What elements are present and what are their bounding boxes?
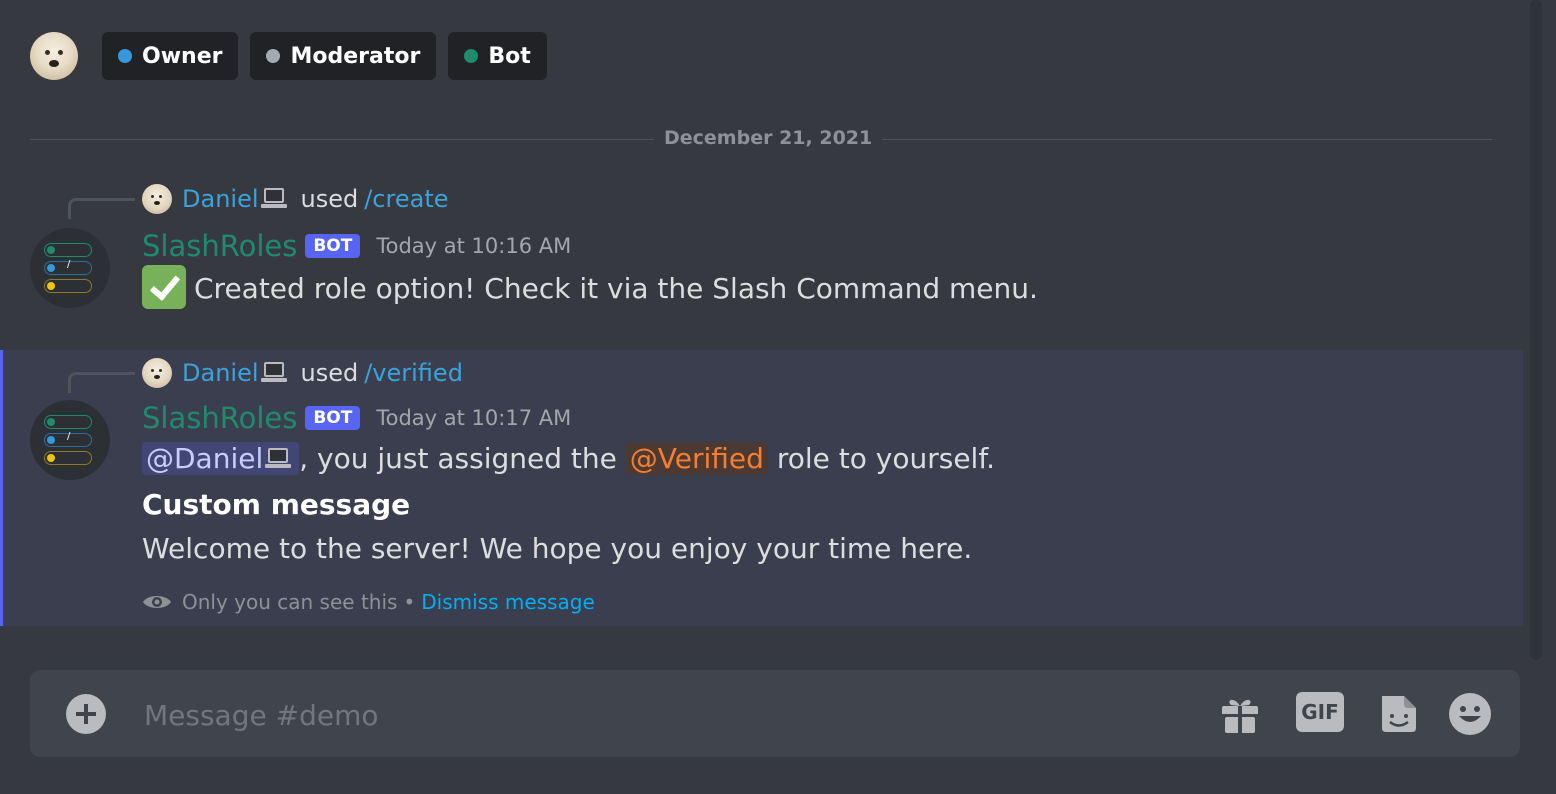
reply-username[interactable]: Daniel — [182, 359, 259, 387]
user-mention[interactable]: @Daniel — [142, 442, 300, 475]
message-timestamp[interactable]: Today at 10:16 AM — [376, 234, 571, 258]
reply-reference[interactable]: Daniel used /verified — [142, 356, 463, 390]
message-header: SlashRoles BOT Today at 10:16 AM — [142, 226, 571, 266]
role-color-dot — [118, 49, 132, 63]
role-label: Bot — [488, 43, 531, 69]
sticker-icon[interactable] — [1376, 692, 1420, 736]
role-label: Moderator — [290, 43, 421, 69]
date-divider-label: December 21, 2021 — [654, 127, 883, 149]
message-header: SlashRoles BOT Today at 10:17 AM — [142, 398, 571, 438]
scrollbar[interactable] — [1530, 0, 1542, 660]
reply-verb: used — [300, 185, 359, 213]
user-avatar[interactable] — [30, 32, 78, 80]
note-separator: • — [403, 590, 416, 614]
role-color-dot — [464, 49, 479, 63]
gift-icon[interactable] — [1218, 692, 1262, 736]
ephemeral-message[interactable]: Daniel used /verified / SlashRoles BOT T… — [0, 350, 1523, 626]
reply-username[interactable]: Daniel — [182, 185, 259, 213]
laptop-icon — [260, 362, 287, 384]
message[interactable]: Daniel used /create / SlashRoles BOT Tod… — [0, 176, 1520, 326]
reply-spine — [68, 198, 135, 219]
laptop-icon — [260, 188, 287, 210]
role-mention[interactable]: @Verified — [625, 442, 768, 475]
emoji-icon[interactable] — [1448, 692, 1492, 736]
reply-command[interactable]: /create — [364, 185, 448, 213]
message-timestamp[interactable]: Today at 10:17 AM — [376, 406, 571, 430]
message-content: Created role option! Check it via the Sl… — [142, 265, 1038, 312]
bot-badge: BOT — [305, 406, 361, 430]
author-name[interactable]: SlashRoles — [142, 401, 297, 435]
bot-avatar[interactable]: / — [30, 228, 110, 308]
check-mark-icon — [142, 265, 186, 309]
reply-command[interactable]: /verified — [364, 359, 463, 387]
author-name[interactable]: SlashRoles — [142, 229, 297, 263]
reply-avatar — [142, 184, 172, 214]
laptop-icon — [265, 447, 292, 470]
ephemeral-note-text: Only you can see this — [182, 590, 398, 614]
message-composer: GIF — [30, 670, 1520, 757]
custom-message-heading: Custom message — [142, 488, 411, 521]
dismiss-message-link[interactable]: Dismiss message — [421, 590, 595, 614]
message-content: @Daniel , you just assigned the @Verified… — [142, 442, 995, 475]
role-chip-bot[interactable]: Bot — [448, 32, 547, 80]
message-text: , you just assigned the — [299, 442, 626, 475]
ephemeral-note: Only you can see this • Dismiss message — [142, 590, 595, 614]
role-chip-moderator[interactable]: Moderator — [250, 32, 437, 80]
eye-icon — [143, 596, 171, 608]
role-bar: Owner Moderator Bot — [30, 32, 559, 80]
message-input[interactable] — [142, 688, 1196, 742]
role-label: Owner — [142, 43, 223, 69]
reply-reference[interactable]: Daniel used /create — [142, 182, 449, 216]
bot-badge: BOT — [305, 234, 361, 258]
message-text: role to yourself. — [767, 442, 996, 475]
bot-avatar[interactable]: / — [30, 400, 110, 480]
add-attachment-button[interactable] — [66, 694, 106, 734]
reply-avatar — [142, 358, 172, 388]
gif-button[interactable]: GIF — [1296, 692, 1344, 732]
reply-verb: used — [300, 359, 359, 387]
custom-message-body: Welcome to the server! We hope you enjoy… — [142, 532, 973, 565]
role-color-dot — [266, 49, 281, 63]
role-chip-owner[interactable]: Owner — [102, 32, 239, 80]
user-mention-text: @Daniel — [146, 442, 264, 475]
reply-spine — [68, 372, 135, 393]
message-text: Created role option! Check it via the Sl… — [194, 272, 1038, 305]
